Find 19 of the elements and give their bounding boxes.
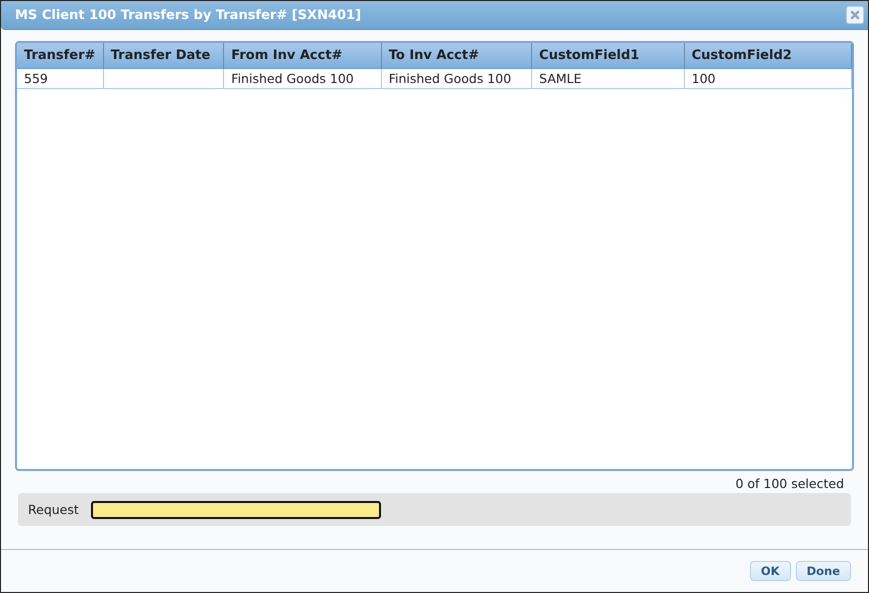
table-cell: Finished Goods 100 <box>382 69 532 88</box>
request-label: Request <box>28 502 79 517</box>
table-cell: Finished Goods 100 <box>224 69 382 88</box>
table-cell: 559 <box>17 69 104 88</box>
column-header[interactable]: Transfer# <box>17 43 104 68</box>
column-header[interactable]: To Inv Acct# <box>382 43 532 68</box>
selection-count: 0 of 100 selected <box>735 476 844 491</box>
column-header[interactable]: From Inv Acct# <box>224 43 382 68</box>
column-header[interactable]: Transfer Date <box>104 43 224 68</box>
table-row[interactable]: 559 Finished Goods 100 Finished Goods 100 SAMLE 100 <box>17 69 852 89</box>
dialog-button[interactable]: Done <box>796 561 851 581</box>
column-header[interactable]: CustomField1 <box>532 43 685 68</box>
window-title: MS Client 100 Transfers by Transfer# [SXN401] <box>15 8 362 22</box>
close-icon <box>850 10 860 20</box>
table-cell: 100 <box>684 69 852 88</box>
request-field[interactable] <box>90 500 381 518</box>
table-cell: SAMLE <box>532 69 685 88</box>
dialog-button[interactable]: OK <box>750 561 791 581</box>
column-header[interactable]: CustomField2 <box>684 43 852 68</box>
